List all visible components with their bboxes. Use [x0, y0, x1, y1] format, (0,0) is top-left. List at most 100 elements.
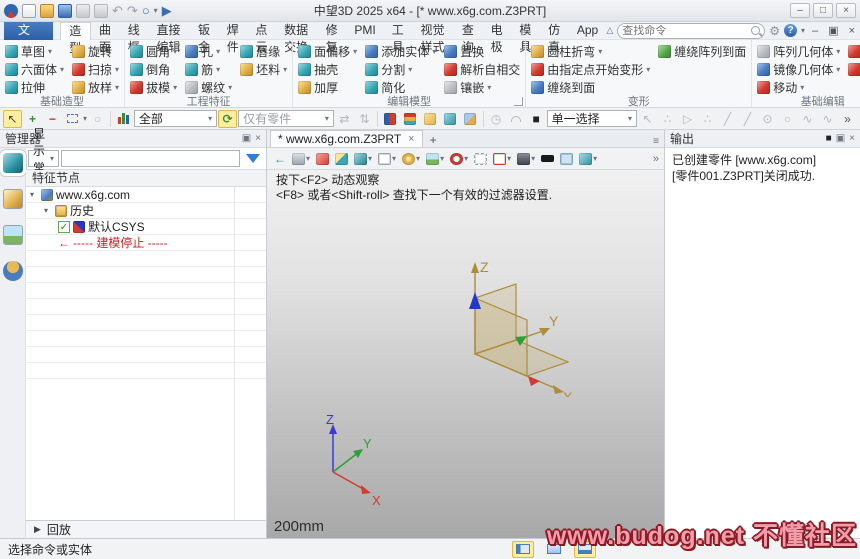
face-offset-button[interactable]: 面偏移▾: [296, 42, 359, 60]
image-icon[interactable]: [441, 110, 460, 128]
layer-folder-icon[interactable]: [421, 110, 440, 128]
loft-button[interactable]: 放样▾: [70, 78, 121, 96]
play-disabled-icon[interactable]: ▷: [678, 110, 697, 128]
tab-direct-edit[interactable]: 直接编辑: [148, 22, 189, 40]
role-manager-icon[interactable]: [3, 261, 23, 281]
expander-icon[interactable]: ▾: [30, 190, 38, 199]
marquee-select-icon[interactable]: [63, 110, 82, 128]
circle-tool-icon[interactable]: ○: [778, 110, 797, 128]
doc-close-button[interactable]: ×: [846, 25, 858, 37]
document-tab[interactable]: * www.x6g.com.Z3PRT ×: [270, 130, 423, 147]
tab-close-icon[interactable]: ×: [408, 133, 414, 145]
chevron-down-icon[interactable]: ▾: [154, 6, 158, 15]
exit-view-icon[interactable]: ←: [272, 150, 288, 168]
chevron-down-icon[interactable]: ▾: [83, 114, 87, 123]
filter-funnel-icon[interactable]: [246, 154, 260, 163]
curve-tool-icon[interactable]: ∿: [818, 110, 837, 128]
scatter-icon[interactable]: ∴: [698, 110, 717, 128]
shadow-mode-icon[interactable]: ▾: [515, 150, 537, 168]
mirror-geometry-button[interactable]: 镜像几何体▾: [755, 60, 842, 78]
hole-button[interactable]: 孔▾: [183, 42, 234, 60]
wireframe-icon[interactable]: ▾: [376, 150, 398, 168]
gallery-icon[interactable]: [461, 110, 480, 128]
view-flag-icon[interactable]: ▾: [577, 150, 599, 168]
undo-icon[interactable]: ↶: [112, 4, 123, 18]
file-menu-button[interactable]: 文件(F): [4, 22, 53, 40]
erase-icon[interactable]: [314, 150, 331, 168]
inlay-button[interactable]: 镶嵌▾: [442, 78, 522, 96]
move-button[interactable]: 移动▾: [755, 78, 842, 96]
bookmark-icon[interactable]: [381, 110, 400, 128]
tab-inquire[interactable]: 查询: [454, 22, 483, 40]
toggle-manager-panel-icon[interactable]: [512, 541, 534, 558]
help-chevron-icon[interactable]: ▾: [801, 26, 805, 35]
history-manager-icon[interactable]: [3, 153, 23, 173]
tab-wireframe[interactable]: 线框: [120, 22, 149, 40]
point-snap-icon[interactable]: ∴: [658, 110, 677, 128]
regen-icon[interactable]: ○: [142, 4, 150, 18]
tree-search-input[interactable]: [61, 150, 240, 167]
open-file-button[interactable]: [40, 4, 54, 18]
csys-triad[interactable]: Z Y X: [427, 252, 602, 397]
graphics-canvas[interactable]: 按下<F2> 动态观察 <F8> 或者<Shift-roll> 查找下一个有效的…: [267, 170, 664, 538]
new-tab-button[interactable]: +: [423, 133, 444, 147]
tree-row-part[interactable]: ▾ www.x6g.com: [26, 187, 266, 203]
manager-float-button[interactable]: ▣: [242, 133, 251, 144]
open-multi-button[interactable]: [76, 4, 90, 18]
tab-electrode[interactable]: 电极: [483, 22, 512, 40]
stock-button[interactable]: 坯料▾: [238, 60, 289, 78]
layers-icon[interactable]: [401, 110, 420, 128]
tab-repair[interactable]: 修复: [318, 22, 347, 40]
sketch-button[interactable]: 草图▾: [3, 42, 66, 60]
tab-shape[interactable]: 造型: [60, 22, 91, 40]
pick-disabled-icon[interactable]: ↖: [638, 110, 657, 128]
doc-restore-button[interactable]: ▣: [825, 24, 841, 37]
box-button[interactable]: 六面体▾: [3, 60, 66, 78]
tab-tools[interactable]: 工具: [384, 22, 413, 40]
dialog-launcher-icon[interactable]: [514, 97, 523, 106]
minimize-button[interactable]: –: [790, 3, 810, 18]
filter-colors-icon[interactable]: [114, 110, 133, 128]
wrap-pattern-to-face-button[interactable]: 缠绕阵列到面: [656, 42, 748, 60]
rotate-wheel-icon[interactable]: ▾: [400, 150, 422, 168]
section-view-icon[interactable]: ▾: [448, 150, 470, 168]
zoom-window-icon[interactable]: [472, 150, 489, 168]
history-clock-icon[interactable]: ◷: [487, 110, 506, 128]
tab-simulation[interactable]: 仿真: [540, 22, 569, 40]
display-mode-icon[interactable]: ▾: [352, 150, 374, 168]
background-image-icon[interactable]: ▾: [424, 150, 446, 168]
output-close-button[interactable]: ×: [849, 133, 855, 144]
revolve-button[interactable]: 旋转: [70, 42, 121, 60]
chamfer-button[interactable]: 倒角: [128, 60, 179, 78]
line-tool-icon[interactable]: ╱: [718, 110, 737, 128]
thread-button[interactable]: 螺纹▾: [183, 78, 234, 96]
extrude-button[interactable]: 拉伸: [3, 78, 66, 96]
save-multi-button[interactable]: [94, 4, 108, 18]
wrap-to-face-button[interactable]: 缠绕到面: [529, 78, 652, 96]
tab-mold[interactable]: 模具: [511, 22, 540, 40]
fillet-button[interactable]: 圆角▾: [128, 42, 179, 60]
add-solid-button[interactable]: 添加实体▾: [363, 42, 438, 60]
scale-button[interactable]: 缩放: [846, 60, 860, 78]
shade-box-icon[interactable]: [333, 150, 350, 168]
doc-minimize-button[interactable]: –: [809, 25, 821, 37]
close-button[interactable]: ×: [836, 3, 856, 18]
output-dock-icon[interactable]: ■: [826, 133, 832, 144]
sweep-button[interactable]: 扫掠▾: [70, 60, 121, 78]
spline-tool-icon[interactable]: ∿: [798, 110, 817, 128]
edge-display-icon[interactable]: [539, 150, 556, 168]
playback-bar[interactable]: ▶ 回放: [26, 520, 266, 538]
filter-all-combo[interactable]: 全部▾: [134, 110, 217, 127]
stop-record-icon[interactable]: ■: [527, 110, 546, 128]
quick-play-icon[interactable]: ▶: [162, 4, 172, 18]
x-axis-cone[interactable]: [528, 376, 540, 386]
feature-tree[interactable]: ▾ www.x6g.com ▾ 历史 ✓ 默认CSYS: [26, 187, 266, 520]
swap-horizontal-icon[interactable]: ⇄: [335, 110, 354, 128]
tree-row-csys[interactable]: ✓ 默认CSYS: [26, 219, 266, 235]
redo-icon[interactable]: ↷: [127, 4, 138, 18]
pick-cursor-icon[interactable]: ↖: [3, 110, 22, 128]
dynamic-observe-icon[interactable]: ▾: [290, 150, 312, 168]
divide-button[interactable]: 分割▾: [363, 60, 438, 78]
pick-mode-combo[interactable]: 单一选择▾: [547, 110, 637, 127]
restore-button[interactable]: □: [813, 3, 833, 18]
